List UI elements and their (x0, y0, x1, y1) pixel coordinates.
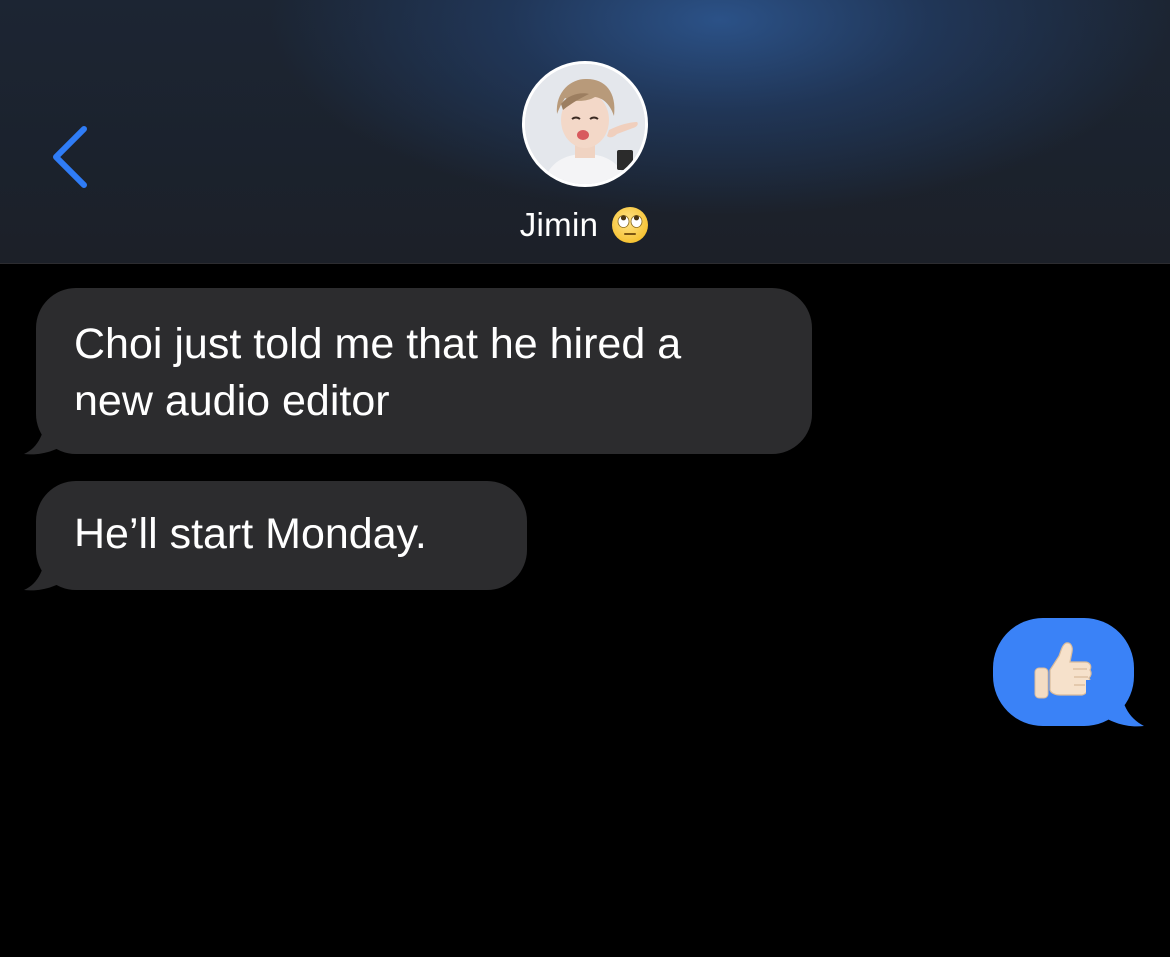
face-with-rolling-eyes-icon (612, 207, 649, 243)
contact-name: Jimin (519, 206, 599, 243)
message-text: He’ll start Monday. (74, 510, 427, 558)
avatar-photo (525, 64, 645, 184)
contact-avatar[interactable] (522, 61, 648, 187)
bubble-tail (24, 410, 82, 455)
incoming-message-bubble[interactable]: Choi just told me that he hired a new au… (36, 288, 812, 454)
conversation-header: Jimin (0, 0, 1170, 264)
contact-title[interactable]: Jimin (0, 203, 1170, 247)
bubble-tail (1086, 680, 1144, 727)
incoming-message-bubble[interactable]: He’ll start Monday. (36, 481, 527, 590)
back-button[interactable] (40, 115, 100, 195)
chevron-left-icon (53, 126, 87, 188)
bubble-tail (24, 546, 82, 591)
message-text: Choi just told me that he hired a new au… (74, 320, 682, 425)
